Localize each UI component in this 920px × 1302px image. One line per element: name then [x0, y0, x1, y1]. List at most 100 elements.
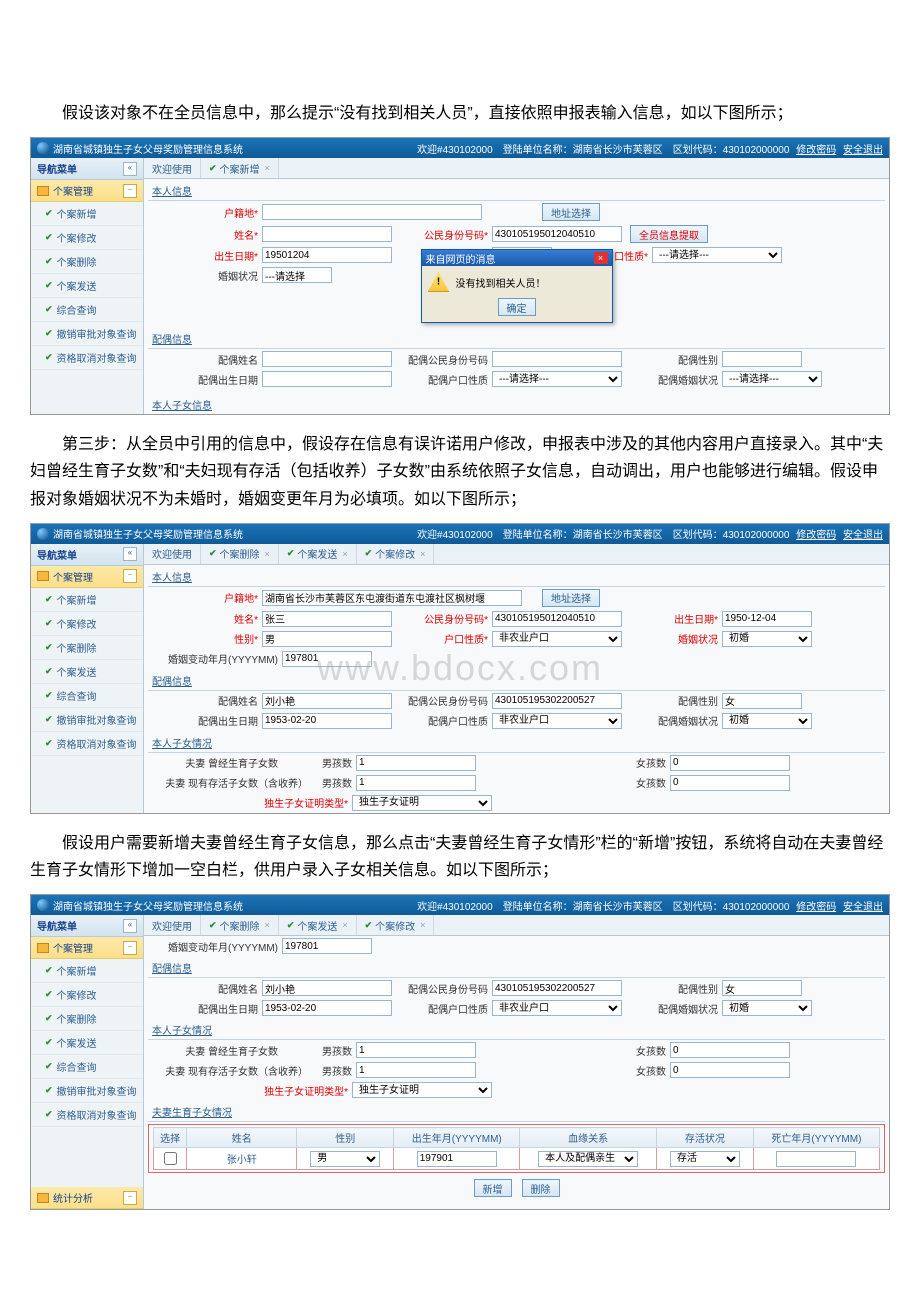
close-icon[interactable]: ×	[420, 549, 425, 559]
nav-menu-header[interactable]: 导航菜单«	[31, 158, 143, 180]
close-icon[interactable]: ×	[342, 920, 347, 930]
huji-input[interactable]	[262, 590, 522, 606]
spouse-sex-input[interactable]	[722, 351, 802, 367]
nav-add[interactable]: ✔个案新增	[31, 959, 143, 983]
child-status-select[interactable]: 存活	[670, 1151, 740, 1167]
nav-delete[interactable]: ✔个案删除	[31, 250, 143, 274]
boys2-input[interactable]	[356, 1062, 476, 1078]
boys2-input[interactable]	[356, 775, 476, 791]
marriage-change-input[interactable]	[282, 938, 372, 954]
logout-link[interactable]: 安全退出	[843, 530, 883, 541]
nav-send[interactable]: ✔个案发送	[31, 274, 143, 298]
nav-edit[interactable]: ✔个案修改	[31, 983, 143, 1007]
logout-link[interactable]: 安全退出	[843, 902, 883, 913]
hukou-select[interactable]: 非农业户口	[492, 631, 622, 647]
spouse-name-input[interactable]	[262, 351, 392, 367]
sex-input[interactable]	[262, 631, 392, 647]
tab-welcome[interactable]: 欢迎使用	[144, 158, 201, 178]
stats-header[interactable]: 统计分析−	[31, 1187, 143, 1209]
nav-add[interactable]: ✔个案新增	[31, 588, 143, 612]
nav-delete[interactable]: ✔个案删除	[31, 1007, 143, 1031]
spouse-sex-input[interactable]	[722, 980, 802, 996]
girls2-input[interactable]	[670, 775, 790, 791]
name-input[interactable]	[262, 226, 392, 242]
tab-welcome[interactable]: 欢迎使用	[144, 915, 201, 935]
nav-revoke[interactable]: ✔撤销审批对象查询	[31, 1079, 143, 1103]
collapse-icon[interactable]: −	[123, 569, 137, 583]
collapse-icon[interactable]: −	[123, 184, 137, 198]
girls-input[interactable]	[670, 1042, 790, 1058]
spouse-name-input[interactable]	[262, 980, 392, 996]
ok-button[interactable]: 确定	[498, 298, 536, 316]
nav-query[interactable]: ✔综合查询	[31, 298, 143, 322]
spouse-hukou-select[interactable]: ---请选择---	[492, 371, 622, 387]
nav-query[interactable]: ✔综合查询	[31, 684, 143, 708]
spouse-marriage-select[interactable]: 初婚	[722, 713, 812, 729]
close-icon[interactable]: ×	[420, 920, 425, 930]
case-mgmt-header[interactable]: 个案管理−	[31, 566, 143, 588]
spouse-hukou-select[interactable]: 非农业户口	[492, 713, 622, 729]
spouse-id-input[interactable]	[492, 693, 622, 709]
cert-type-select[interactable]: 独生子女证明	[352, 1082, 492, 1098]
huji-input[interactable]	[262, 204, 482, 220]
id-input[interactable]	[492, 611, 622, 627]
marriage-change-input[interactable]	[282, 651, 372, 667]
marriage-input[interactable]	[262, 267, 332, 283]
child-relation-select[interactable]: 本人及配偶亲生	[538, 1151, 638, 1167]
nav-revoke[interactable]: ✔撤销审批对象查询	[31, 708, 143, 732]
nav-add[interactable]: ✔个案新增	[31, 202, 143, 226]
spouse-hukou-select[interactable]: 非农业户口	[492, 1000, 622, 1016]
tab-add[interactable]: ✔个案新增×	[201, 158, 279, 178]
boys-input[interactable]	[356, 755, 476, 771]
marriage-select[interactable]: 初婚	[722, 631, 812, 647]
close-icon[interactable]: ×	[265, 549, 270, 559]
spouse-marriage-select[interactable]: ---请选择---	[722, 371, 822, 387]
nav-query[interactable]: ✔综合查询	[31, 1055, 143, 1079]
nav-menu-header[interactable]: 导航菜单«	[31, 544, 143, 566]
tab-edit[interactable]: ✔个案修改×	[357, 915, 435, 935]
collapse-icon[interactable]: «	[123, 162, 137, 176]
close-icon[interactable]: ×	[265, 920, 270, 930]
collapse-icon[interactable]: «	[123, 919, 137, 933]
girls-input[interactable]	[670, 755, 790, 771]
id-input[interactable]	[492, 226, 622, 242]
collapse-icon[interactable]: «	[123, 547, 137, 561]
row-checkbox[interactable]	[164, 1152, 177, 1165]
birth-input[interactable]	[262, 247, 392, 263]
boys-input[interactable]	[356, 1042, 476, 1058]
add-row-button[interactable]: 新增	[474, 1179, 512, 1197]
nav-menu-header[interactable]: 导航菜单«	[31, 915, 143, 937]
nav-cancel[interactable]: ✔资格取消对象查询	[31, 732, 143, 756]
spouse-id-input[interactable]	[492, 980, 622, 996]
fetch-button[interactable]: 全员信息提取	[630, 225, 708, 243]
nav-edit[interactable]: ✔个案修改	[31, 226, 143, 250]
tab-welcome[interactable]: 欢迎使用	[144, 544, 201, 564]
spouse-birth-input[interactable]	[262, 713, 392, 729]
child-death-input[interactable]	[776, 1151, 856, 1167]
change-password-link[interactable]: 修改密码	[796, 902, 836, 913]
change-password-link[interactable]: 修改密码	[796, 145, 836, 156]
tab-delete[interactable]: ✔个案删除×	[201, 544, 279, 564]
case-mgmt-header[interactable]: 个案管理−	[31, 180, 143, 202]
close-icon[interactable]: ×	[342, 549, 347, 559]
girls2-input[interactable]	[670, 1062, 790, 1078]
close-icon[interactable]: ×	[594, 252, 608, 264]
name-input[interactable]	[262, 611, 392, 627]
change-password-link[interactable]: 修改密码	[796, 530, 836, 541]
nav-delete[interactable]: ✔个案删除	[31, 636, 143, 660]
nav-edit[interactable]: ✔个案修改	[31, 612, 143, 636]
birth-input[interactable]	[722, 611, 812, 627]
delete-row-button[interactable]: 删除	[522, 1179, 560, 1197]
spouse-marriage-select[interactable]: 初婚	[722, 1000, 812, 1016]
tab-delete[interactable]: ✔个案删除×	[201, 915, 279, 935]
nav-revoke[interactable]: ✔撤销审批对象查询	[31, 322, 143, 346]
logout-link[interactable]: 安全退出	[843, 145, 883, 156]
close-icon[interactable]: ×	[265, 163, 270, 173]
collapse-icon[interactable]: −	[123, 1191, 137, 1205]
child-sex-select[interactable]: 男	[310, 1151, 380, 1167]
nav-send[interactable]: ✔个案发送	[31, 1031, 143, 1055]
spouse-birth-input[interactable]	[262, 371, 392, 387]
nav-send[interactable]: ✔个案发送	[31, 660, 143, 684]
tab-send[interactable]: ✔个案发送×	[279, 915, 357, 935]
spouse-birth-input[interactable]	[262, 1000, 392, 1016]
